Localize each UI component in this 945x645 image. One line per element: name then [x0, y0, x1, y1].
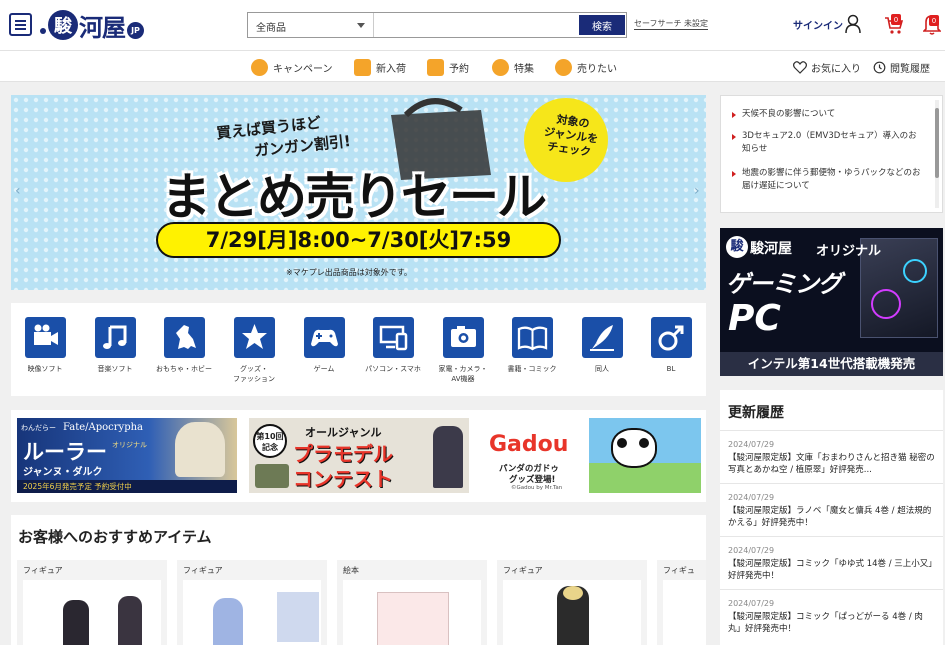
history-item[interactable]: 2024/07/29 【駿河屋限定版】文庫「おまわりさんと招き猫 秘密の写真とあ… — [720, 430, 943, 476]
megaphone-icon — [251, 58, 268, 76]
genre-bl[interactable]: BL — [641, 317, 701, 374]
sale-banner[interactable]: 買えば買うほど ガンガン割引! まとめ売りセール 対象の ジャンルを チェック … — [11, 95, 706, 290]
medal-icon — [492, 58, 509, 76]
genre-music[interactable]: 音楽ソフト — [85, 317, 145, 374]
promo-contest[interactable]: 第10回記念 オールジャンル プラモデル コンテスト — [249, 418, 469, 493]
notify-count-badge: 0 — [929, 15, 939, 26]
news-box: 天候不良の影響について 3Dセキュア2.0（EMV3Dセキュア）導入のお知らせ … — [720, 95, 943, 213]
logo-text: 河屋 — [79, 12, 126, 42]
safe-search-link[interactable]: セーフサーチ 未設定 — [634, 18, 709, 30]
genre-goods[interactable]: グッズ・ ファッション — [224, 317, 284, 384]
gaming-logo-seal: 駿 — [726, 236, 748, 258]
search-input[interactable] — [375, 13, 578, 37]
banner-note: ※マケプレ出品商品は対象外です。 — [286, 268, 412, 277]
genre-books[interactable]: 書籍・コミック — [502, 317, 562, 374]
heart-icon — [793, 60, 807, 74]
user-icon[interactable] — [845, 14, 861, 34]
banner-date: 7/29[月]8:00~7/30[火]7:59 — [156, 222, 561, 258]
product-image — [503, 580, 641, 645]
panda-image — [611, 428, 657, 468]
recommend-card[interactable]: 絵本 — [337, 560, 487, 645]
pen-icon — [581, 317, 623, 358]
product-image — [663, 580, 706, 645]
genre-video[interactable]: 映像ソフト — [15, 317, 75, 374]
kaiju-icon — [163, 317, 205, 358]
nav-sell[interactable]: 売りたい — [555, 57, 617, 77]
signin-link[interactable]: サインイン — [793, 17, 843, 32]
news-item[interactable]: 天候不良の影響について — [732, 108, 922, 121]
genre-doujin[interactable]: 同人 — [572, 317, 632, 374]
music-note-icon — [94, 317, 136, 358]
search-category-select[interactable]: 全商品 — [248, 13, 374, 37]
history-item[interactable]: 2024/07/29 【駿河屋限定版】コミック「ゆゆ式 14巻 / 三上小又」好… — [720, 536, 943, 582]
history-link[interactable]: 閲覧履歴 — [873, 57, 930, 77]
devices-icon — [372, 317, 414, 358]
banner-next-button[interactable]: › — [694, 183, 700, 199]
logo-seal: 駿 — [48, 10, 78, 40]
favorites-link[interactable]: お気に入り — [793, 57, 861, 77]
recommend-title: お客様へのおすすめアイテム — [18, 528, 212, 546]
banner-prev-button[interactable]: ‹ — [15, 183, 21, 199]
projector-icon — [24, 317, 66, 358]
calendar-icon — [427, 58, 444, 76]
tank-image — [255, 464, 289, 488]
sell-icon — [555, 58, 572, 76]
update-history: 更新履歴 2024/07/29 【駿河屋限定版】文庫「おまわりさんと招き猫 秘密… — [720, 390, 943, 645]
menu-icon[interactable] — [9, 13, 32, 36]
nav-new-arrivals[interactable]: 新入荷 — [354, 57, 406, 77]
genre-pc[interactable]: パソコン・スマホ — [363, 317, 423, 374]
gamepad-icon — [303, 317, 345, 358]
nav-campaign[interactable]: キャンペーン — [251, 57, 333, 77]
product-image — [343, 580, 481, 645]
product-image — [23, 580, 161, 645]
gaming-pc-banner[interactable]: 駿 オリジナル 駿河屋 ゲーミング PC インテル第14世代搭載機発売 — [720, 228, 943, 376]
figure-image — [433, 426, 463, 488]
genre-game[interactable]: ゲーム — [294, 317, 354, 374]
category-nav: キャンペーン 新入荷 予約 特集 売りたい お気に入り 閲覧履歴 — [0, 50, 945, 82]
banner-title: まとめ売りセール — [161, 168, 547, 226]
search-bar: 全商品 検索 — [247, 12, 627, 38]
recommend-card[interactable]: フィギュア — [177, 560, 327, 645]
nav-feature[interactable]: 特集 — [492, 57, 534, 77]
clock-history-icon — [873, 61, 886, 73]
header: 駿 河屋 JP 全商品 検索 セーフサーチ 未設定 サインイン 0 0 — [0, 0, 945, 50]
news-scroll-thumb[interactable] — [935, 108, 939, 178]
product-image — [183, 580, 321, 645]
logo-jp: JP — [127, 21, 144, 39]
genre-toys[interactable]: おもちゃ・ホビー — [154, 317, 214, 374]
star-badge-icon — [233, 317, 275, 358]
nav-preorder[interactable]: 予約 — [427, 57, 469, 77]
cart-count-badge: 0 — [891, 14, 901, 25]
site-logo[interactable]: 駿 河屋 JP — [40, 8, 144, 42]
camera-icon — [442, 317, 484, 358]
genre-panel: 映像ソフト 音楽ソフト おもちゃ・ホビー グッズ・ ファッション ゲーム パソコ… — [11, 303, 706, 396]
male-icon — [650, 317, 692, 358]
recommend-panel: お客様へのおすすめアイテム フィギュア フィギュア 絵本 フィギュア フィギュ — [11, 515, 706, 645]
chevron-down-icon — [357, 23, 365, 28]
promo-gadou[interactable]: Gadou パンダのガドゥ グッズ登場! ©Gadou by Mr.Tan — [481, 418, 701, 493]
new-icon — [354, 58, 371, 76]
genre-electronics[interactable]: 家電・カメラ・ AV機器 — [433, 317, 493, 384]
book-icon — [511, 317, 553, 358]
history-item[interactable]: 2024/07/29 【駿河屋限定版】ラノベ「魔女と傭兵 4巻 / 超法規的かえ… — [720, 483, 943, 529]
news-item[interactable]: 地震の影響に伴う郵便物・ゆうパックなどのお届け遅延について — [732, 167, 922, 193]
history-item[interactable]: 2024/07/29 【駿河屋限定版】コミック「ぱっどがーる 4巻 / 肉丸」好… — [720, 589, 943, 635]
search-button[interactable]: 検索 — [579, 15, 625, 35]
history-title: 更新履歴 — [728, 405, 784, 421]
recommend-card[interactable]: フィギュア — [497, 560, 647, 645]
promo-fate[interactable]: わんだらー Fate/Apocrypha ルーラー ジャンヌ・ダルク オリジナル… — [17, 418, 237, 493]
news-item[interactable]: 3Dセキュア2.0（EMV3Dセキュア）導入のお知らせ — [732, 130, 922, 156]
recommend-card[interactable]: フィギュア — [17, 560, 167, 645]
promo-panel: わんだらー Fate/Apocrypha ルーラー ジャンヌ・ダルク オリジナル… — [11, 410, 706, 502]
recommend-card[interactable]: フィギュ — [657, 560, 706, 645]
figure-image — [175, 422, 225, 477]
